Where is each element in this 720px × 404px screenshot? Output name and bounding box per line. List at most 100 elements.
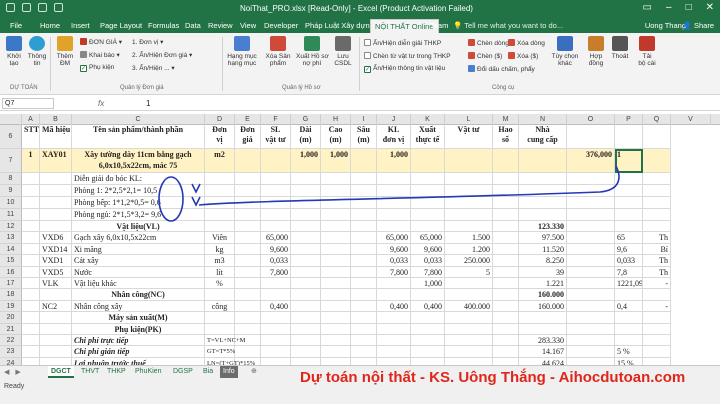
row-header[interactable]: 14	[0, 243, 22, 256]
table-cell[interactable]	[235, 197, 261, 209]
tab-developer[interactable]: Developer	[264, 21, 298, 30]
row-header[interactable]: 12	[0, 221, 22, 233]
tab-team[interactable]: Team	[430, 21, 448, 30]
table-cell[interactable]: 1221,09	[615, 278, 643, 290]
table-cell[interactable]: Nhân công xây	[72, 300, 205, 313]
table-cell[interactable]	[291, 255, 321, 267]
row-header[interactable]: 16	[0, 266, 22, 278]
table-cell[interactable]: Mã hiệu	[40, 125, 72, 149]
table-cell[interactable]	[567, 312, 615, 324]
table-cell[interactable]	[519, 197, 567, 209]
table-cell[interactable]: KL đơn vị	[377, 125, 411, 149]
an-hien-thong-tin-checkbox[interactable]: ✓ Ẩn/Hiện thông tin vật liệu	[364, 65, 445, 73]
an-hien-don-gia-select[interactable]: 2. Ẩn/Hiện Đơn giá ▾	[132, 51, 192, 59]
table-cell[interactable]	[493, 300, 519, 313]
table-cell[interactable]	[235, 266, 261, 278]
table-cell[interactable]: 1,000	[411, 278, 445, 290]
table-cell[interactable]	[291, 346, 321, 358]
table-cell[interactable]	[205, 185, 235, 197]
thong-tin-button[interactable]: Thông tin	[27, 36, 47, 67]
table-cell[interactable]	[445, 185, 493, 197]
table-cell[interactable]	[493, 173, 519, 185]
table-cell[interactable]: 0,400	[377, 300, 411, 313]
table-cell[interactable]	[40, 289, 72, 301]
table-cell[interactable]	[235, 149, 261, 173]
table-cell[interactable]	[445, 197, 493, 209]
table-cell[interactable]: 39	[519, 266, 567, 278]
table-cell[interactable]	[40, 173, 72, 185]
table-cell[interactable]: Phụ kiện(PK)	[72, 323, 205, 335]
table-cell[interactable]	[321, 232, 351, 244]
chen-dong-button[interactable]: Chèn dòng	[468, 39, 509, 47]
table-cell[interactable]: 160.000	[519, 289, 567, 301]
table-cell[interactable]	[493, 266, 519, 278]
table-cell[interactable]	[493, 346, 519, 358]
table-cell[interactable]	[22, 185, 40, 197]
worksheet-grid[interactable]: STT Mã hiệu Tên sản phẩm/thành phần Đơn vị Đ…	[22, 125, 720, 365]
row-header[interactable]: 15	[0, 255, 22, 267]
table-cell[interactable]	[567, 232, 615, 244]
column-header[interactable]: F	[261, 114, 291, 125]
xuat-ho-so-button[interactable]: Xuất Hồ sơ nợ phí	[296, 36, 329, 67]
table-cell[interactable]	[377, 335, 411, 347]
tab-file[interactable]: File	[10, 21, 22, 30]
column-header[interactable]: B	[40, 114, 72, 125]
table-cell[interactable]: 123.330	[519, 221, 567, 233]
table-cell[interactable]	[567, 289, 615, 301]
column-header[interactable]: L	[445, 114, 493, 125]
table-cell[interactable]	[40, 323, 72, 335]
table-cell[interactable]: GT=T*5%	[205, 346, 235, 358]
table-cell[interactable]: Đơn vị	[205, 125, 235, 149]
tab-home[interactable]: Home	[40, 21, 60, 30]
column-header[interactable]: K	[411, 114, 445, 125]
table-cell[interactable]: Nhân công(NC)	[72, 289, 205, 301]
table-cell[interactable]	[205, 221, 235, 233]
table-cell[interactable]: 97.500	[519, 232, 567, 244]
table-cell[interactable]	[261, 149, 291, 173]
table-cell[interactable]: 1.200	[445, 243, 493, 256]
table-cell[interactable]	[615, 221, 643, 233]
column-header[interactable]: A	[22, 114, 40, 125]
table-cell[interactable]	[261, 278, 291, 290]
table-cell[interactable]	[291, 221, 321, 233]
table-cell[interactable]	[351, 243, 377, 256]
phu-kien-checkbox[interactable]: ✓ Phụ kiện	[80, 64, 114, 72]
table-cell[interactable]: 11.520	[519, 243, 567, 256]
table-cell[interactable]: Máy sản xuất(M)	[72, 312, 205, 324]
table-cell[interactable]	[321, 209, 351, 221]
table-cell[interactable]: kg	[205, 243, 235, 256]
row-header[interactable]: 17	[0, 278, 22, 290]
row-header[interactable]: 21	[0, 323, 22, 335]
table-cell[interactable]: 9,600	[411, 243, 445, 256]
table-cell[interactable]: 65,000	[411, 232, 445, 244]
table-cell[interactable]: NC2	[40, 300, 72, 313]
table-cell[interactable]	[643, 335, 671, 347]
table-cell[interactable]	[493, 185, 519, 197]
table-cell[interactable]	[261, 221, 291, 233]
chen-tu-vat-tu-checkbox[interactable]: Chèn từ vật tư trong THKP	[364, 52, 451, 60]
table-cell[interactable]	[377, 185, 411, 197]
tell-me-search[interactable]: 💡 Tell me what you want to do...	[453, 21, 563, 30]
save-icon[interactable]	[6, 3, 15, 12]
table-cell[interactable]: LN=(T+GT)*15%	[205, 357, 255, 365]
table-cell[interactable]	[615, 173, 643, 185]
add-sheet-button[interactable]: ⊕	[248, 366, 260, 378]
table-cell[interactable]	[22, 289, 40, 301]
table-cell[interactable]	[291, 197, 321, 209]
an-hien-dien-giai-checkbox[interactable]: Ẩn/Hiện diễn giải THKP	[364, 39, 441, 47]
table-cell[interactable]	[321, 185, 351, 197]
table-cell[interactable]	[235, 173, 261, 185]
table-cell[interactable]	[643, 312, 671, 324]
table-cell[interactable]	[22, 300, 40, 313]
row-header[interactable]: 22	[0, 335, 22, 347]
tab-insert[interactable]: Insert	[71, 21, 90, 30]
table-cell[interactable]	[615, 209, 643, 221]
row-header[interactable]: 20	[0, 312, 22, 324]
table-cell[interactable]	[261, 357, 291, 365]
table-cell[interactable]: Vật tư	[445, 125, 493, 149]
table-cell[interactable]: Th	[643, 255, 671, 267]
redo-icon[interactable]	[38, 3, 47, 12]
table-cell[interactable]	[351, 232, 377, 244]
table-cell[interactable]	[235, 323, 261, 335]
table-cell[interactable]	[643, 357, 671, 365]
